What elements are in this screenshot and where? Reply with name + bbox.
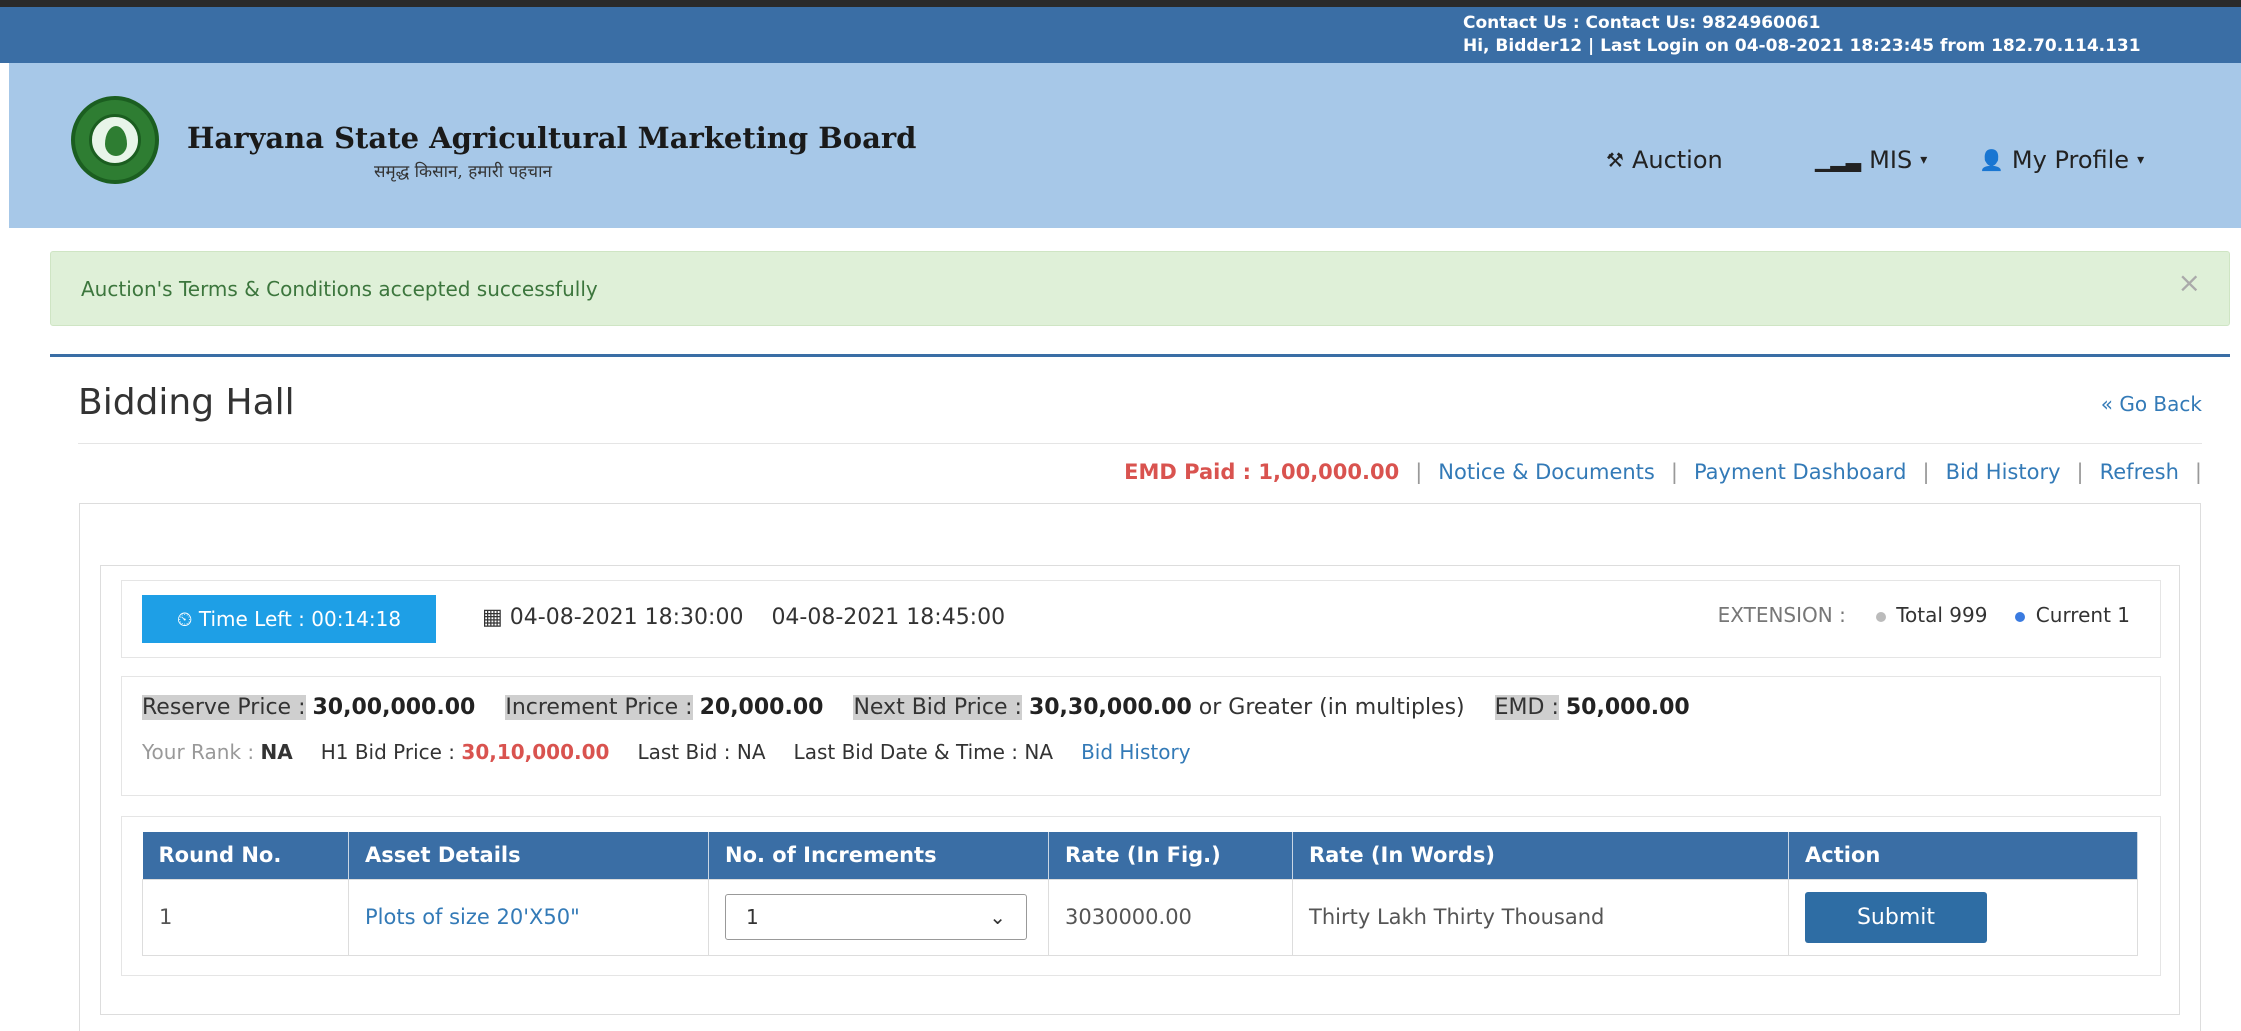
bid-history-link[interactable]: Bid History <box>1946 460 2061 484</box>
page-title: Bidding Hall <box>78 382 295 423</box>
h1-value: 30,10,000.00 <box>461 740 610 764</box>
next-bid-price: Next Bid Price : 30,30,000.00 or Greater… <box>853 695 1465 720</box>
end-date: 04-08-2021 18:45:00 <box>771 605 1006 630</box>
rank-label: Your Rank : <box>142 740 255 764</box>
time-left-badge: ⏲ Time Left : 00:14:18 <box>142 595 436 643</box>
action-cell: Submit <box>1788 878 2138 956</box>
next-bid-label: Next Bid Price : <box>853 695 1022 720</box>
last-bid-time: Last Bid Date & Time : NA <box>793 740 1054 764</box>
header-rate-fig: Rate (In Fig.) <box>1048 832 1293 879</box>
divider <box>78 443 2202 444</box>
round-cell: 1 <box>142 878 349 956</box>
alert-message: Auction's Terms & Conditions accepted su… <box>81 277 598 301</box>
emd-amount: EMD : 50,000.00 <box>1494 695 1690 720</box>
close-icon[interactable]: × <box>2178 266 2201 299</box>
increment-price: Increment Price : 20,000.00 <box>505 695 823 720</box>
top-bar: Contact Us : Contact Us: 9824960061 Hi, … <box>0 0 2241 63</box>
extension-total-text: Total 999 <box>1896 603 1988 627</box>
caret-down-icon: ▾ <box>2137 152 2145 168</box>
extension-current-text: Current 1 <box>2035 603 2130 627</box>
content-box: ⏲ Time Left : 00:14:18 ▦ 04-08-2021 18:3… <box>79 503 2201 1031</box>
emd-paid: EMD Paid : 1,00,000.00 <box>1124 460 1400 484</box>
h1-label: H1 Bid Price : <box>320 740 456 764</box>
contact-text: Contact Us : Contact Us: 9824960061 <box>1463 13 1821 33</box>
gavel-icon: ⚒ <box>1606 148 1624 172</box>
login-info: Hi, Bidder12 | Last Login on 04-08-2021 … <box>1463 36 2141 56</box>
nav-auction-label: Auction <box>1631 146 1723 174</box>
header-asset: Asset Details <box>348 832 709 879</box>
notice-documents-link[interactable]: Notice & Documents <box>1438 460 1655 484</box>
contact-info: Contact Us : Contact Us: 9824960061 Hi, … <box>1463 12 2233 58</box>
next-bid-note: (in multiples) <box>1319 695 1465 720</box>
timer-row: ⏲ Time Left : 00:14:18 ▦ 04-08-2021 18:3… <box>121 580 2161 658</box>
your-rank: Your Rank : NA <box>142 740 293 764</box>
price-info: Reserve Price : 30,00,000.00 Increment P… <box>121 676 2161 796</box>
bidding-panel: Bidding Hall « Go Back EMD Paid : 1,00,0… <box>50 354 2230 1031</box>
brand-title: Haryana State Agricultural Marketing Boa… <box>187 121 917 155</box>
header-action: Action <box>1788 832 2138 879</box>
header-round: Round No. <box>142 832 349 879</box>
increments-select[interactable]: 1 ⌄ <box>725 894 1027 940</box>
increment-price-label: Increment Price : <box>505 695 693 720</box>
bid-history-link[interactable]: Bid History <box>1081 740 1190 764</box>
refresh-link[interactable]: Refresh <box>2100 460 2179 484</box>
auction-box: ⏲ Time Left : 00:14:18 ▦ 04-08-2021 18:3… <box>100 565 2180 1015</box>
rate-fig-cell: 3030000.00 <box>1048 878 1293 956</box>
extension-label: EXTENSION : <box>1717 603 1846 627</box>
bid-table-wrap: Round No. Asset Details No. of Increment… <box>121 816 2161 976</box>
price-line: Reserve Price : 30,00,000.00 Increment P… <box>142 695 1690 720</box>
time-left-text: Time Left : 00:14:18 <box>198 607 402 631</box>
clock-icon: ⏲ <box>176 607 193 631</box>
nav-mis-label: MIS <box>1869 146 1913 174</box>
increments-cell: 1 ⌄ <box>708 878 1049 956</box>
success-alert: Auction's Terms & Conditions accepted su… <box>50 251 2230 326</box>
asset-link[interactable]: Plots of size 20'X50" <box>348 878 709 956</box>
nav-profile-label: My Profile <box>2011 146 2130 174</box>
go-back-link[interactable]: « Go Back <box>2101 392 2202 416</box>
extension-current: Current 1 <box>2015 603 2130 627</box>
last-bid: Last Bid : NA <box>637 740 766 764</box>
auction-dates: ▦ 04-08-2021 18:30:00 04-08-2021 18:45:0… <box>482 605 1005 630</box>
dot-icon <box>2015 611 2026 622</box>
increment-price-value: 20,000.00 <box>699 695 824 720</box>
nav-my-profile[interactable]: 👤 My Profile ▾ <box>1979 146 2144 174</box>
rank-line: Your Rank : NA H1 Bid Price : 30,10,000.… <box>142 740 1191 764</box>
rate-words-cell: Thirty Lakh Thirty Thousand <box>1292 878 1789 956</box>
reserve-price: Reserve Price : 30,00,000.00 <box>142 695 475 720</box>
increments-value: 1 <box>746 905 759 929</box>
calendar-icon: ▦ <box>482 605 503 630</box>
payment-dashboard-link[interactable]: Payment Dashboard <box>1694 460 1907 484</box>
start-date: 04-08-2021 18:30:00 <box>509 605 744 630</box>
emd-value: 50,000.00 <box>1565 695 1690 720</box>
dot-icon <box>1875 611 1886 622</box>
table-row: 1 Plots of size 20'X50" 1 ⌄ 3030000.00 T… <box>142 878 2138 956</box>
chevron-down-icon: ⌄ <box>989 905 1006 929</box>
reserve-price-label: Reserve Price : <box>142 695 306 720</box>
board-logo <box>71 96 159 184</box>
header-rate-words: Rate (In Words) <box>1292 832 1789 879</box>
reserve-price-value: 30,00,000.00 <box>312 695 476 720</box>
h1-bid-price: H1 Bid Price : 30,10,000.00 <box>321 740 610 764</box>
header-increments: No. of Increments <box>708 832 1049 879</box>
site-header: Haryana State Agricultural Marketing Boa… <box>0 63 2241 228</box>
submit-button[interactable]: Submit <box>1805 891 1987 943</box>
extension-total: Total 999 <box>1875 603 1988 627</box>
signal-icon: ▁▂▃ <box>1815 148 1862 172</box>
user-icon: 👤 <box>1979 148 2004 172</box>
action-links: EMD Paid : 1,00,000.00 | Notice & Docume… <box>1124 460 2202 484</box>
caret-down-icon: ▾ <box>1920 152 1928 168</box>
extension-info: EXTENSION : Total 999 Current 1 <box>1718 603 2130 627</box>
nav-mis[interactable]: ▁▂▃ MIS ▾ <box>1815 146 1927 174</box>
brand-subtitle: समृद्ध किसान, हमारी पहचान <box>374 162 552 182</box>
bid-table: Round No. Asset Details No. of Increment… <box>142 832 2138 956</box>
table-header-row: Round No. Asset Details No. of Increment… <box>142 832 2138 879</box>
next-bid-value: 30,30,000.00 <box>1028 695 1192 720</box>
next-bid-suffix: or Greater <box>1198 695 1313 720</box>
rank-value: NA <box>260 740 293 764</box>
emd-label: EMD : <box>1494 695 1559 720</box>
nav-auction[interactable]: ⚒ Auction <box>1606 146 1723 174</box>
